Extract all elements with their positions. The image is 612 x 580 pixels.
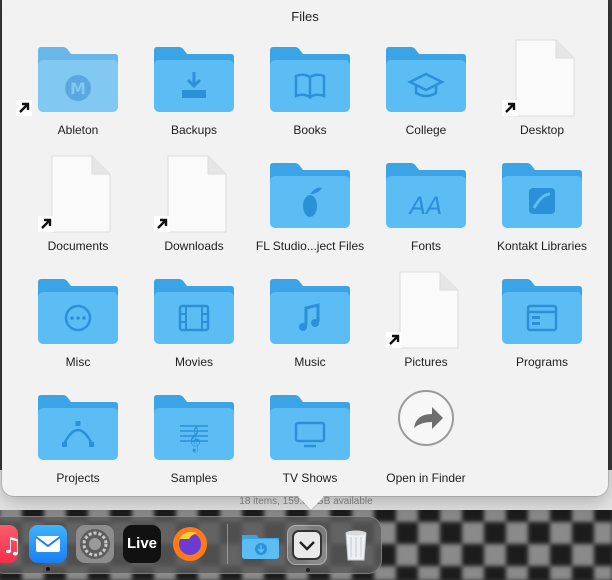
- film-strip-folder-icon: [154, 279, 234, 344]
- svg-text:AA: AA: [408, 192, 443, 220]
- open-in-finder-icon: [398, 390, 454, 446]
- alias-arrow-icon: [38, 216, 54, 232]
- stack-item-label: Documents: [47, 239, 109, 253]
- live-app-label: Live: [126, 535, 157, 552]
- document-icon: [515, 39, 575, 117]
- music-app-icon[interactable]: ♫: [0, 525, 22, 563]
- ellipsis-circle-folder-icon: [38, 279, 118, 344]
- alias-arrow-icon: [386, 332, 402, 348]
- stack-item-label: Downloads: [164, 239, 224, 253]
- stack-item-fonts[interactable]: AA Fonts: [368, 154, 484, 264]
- alias-arrow-icon: [154, 216, 170, 232]
- stack-item-label: Misc: [65, 355, 91, 369]
- stack-item-label: Kontakt Libraries: [496, 239, 588, 253]
- stack-item-label: Books: [293, 123, 327, 137]
- stack-item-label: Samples: [170, 471, 218, 485]
- stack-item-documents[interactable]: Documents: [20, 154, 136, 264]
- alias-arrow-icon: [16, 100, 32, 116]
- stack-item-open-in-finder[interactable]: Open in Finder: [368, 386, 484, 496]
- stack-item-downloads[interactable]: Downloads: [136, 154, 252, 264]
- fruit-folder-icon: [270, 163, 350, 228]
- stack-item-label: Music: [294, 355, 326, 369]
- downloads-stack-icon[interactable]: [240, 525, 279, 563]
- stack-item-misc[interactable]: Misc: [20, 270, 136, 380]
- running-indicator: [46, 567, 50, 571]
- bezier-curve-folder-icon: [38, 395, 118, 460]
- stack-item-label: Pictures: [404, 355, 448, 369]
- stack-item-pictures[interactable]: Pictures: [368, 270, 484, 380]
- dock: ♫ Live: [0, 516, 382, 574]
- stack-item-fl-studio-ject-files[interactable]: FL Studio...ject Files: [252, 154, 368, 264]
- music-note-folder-icon: [270, 279, 350, 344]
- stack-item-label: Open in Finder: [386, 471, 466, 485]
- stack-item-label: Movies: [174, 355, 213, 369]
- running-indicator: [306, 568, 310, 572]
- svg-text:𝄞: 𝄞: [188, 426, 201, 452]
- stack-item-label: TV Shows: [282, 471, 338, 485]
- stack-item-label: College: [405, 123, 447, 137]
- stack-item-backups[interactable]: Backups: [136, 38, 252, 148]
- files-stack-icon[interactable]: [287, 525, 327, 565]
- stack-item-music[interactable]: Music: [252, 270, 368, 380]
- stack-item-books[interactable]: Books: [252, 38, 368, 148]
- ableton-logo-folder-icon: M: [38, 47, 118, 112]
- stack-item-projects[interactable]: Projects: [20, 386, 136, 496]
- mail-app-icon[interactable]: [29, 525, 67, 563]
- alias-arrow-icon: [502, 100, 518, 116]
- graduation-cap-folder-icon: [386, 47, 466, 112]
- stack-item-label: Projects: [56, 471, 100, 485]
- kontakt-logo-folder-icon: [502, 163, 582, 228]
- document-icon: [399, 271, 459, 349]
- stack-item-tv-shows[interactable]: TV Shows: [252, 386, 368, 496]
- trash-icon[interactable]: [337, 525, 375, 563]
- stack-grid: M Ableton Backups Books College Desktop Docume…: [2, 0, 608, 496]
- stack-item-label: Fonts: [410, 239, 441, 253]
- sheet-music-folder-icon: 𝄞: [154, 395, 234, 460]
- stack-item-label: Programs: [515, 355, 568, 369]
- document-icon: [51, 155, 111, 233]
- dock-separator: [227, 524, 228, 564]
- stack-item-desktop[interactable]: Desktop: [484, 38, 600, 148]
- stack-item-college[interactable]: College: [368, 38, 484, 148]
- stack-item-ableton[interactable]: M Ableton: [16, 38, 136, 148]
- document-icon: [167, 155, 227, 233]
- stack-item-samples[interactable]: 𝄞 Samples: [136, 386, 252, 496]
- stack-item-label: Desktop: [519, 123, 565, 137]
- system-preferences-icon[interactable]: [76, 525, 114, 563]
- open-book-folder-icon: [270, 47, 350, 112]
- stack-item-kontakt-libraries[interactable]: Kontakt Libraries: [484, 154, 600, 264]
- stack-item-programs[interactable]: Programs: [484, 270, 600, 380]
- font-aa-folder-icon: AA: [386, 163, 466, 228]
- files-stack-popover: Files M Ableton Backups Books College Desktop…: [2, 0, 608, 496]
- live-app-icon[interactable]: Live: [123, 525, 161, 563]
- app-window-folder-icon: [502, 279, 582, 344]
- stack-item-label: Ableton: [57, 123, 99, 137]
- firefox-app-icon[interactable]: [171, 525, 209, 563]
- stack-item-label: FL Studio...ject Files: [255, 239, 365, 253]
- svg-text:♫: ♫: [2, 534, 18, 559]
- stack-item-movies[interactable]: Movies: [136, 270, 252, 380]
- download-tray-folder-icon: [154, 47, 234, 112]
- svg-text:M: M: [70, 79, 86, 98]
- tv-screen-folder-icon: [270, 395, 350, 460]
- stack-item-label: Backups: [170, 123, 218, 137]
